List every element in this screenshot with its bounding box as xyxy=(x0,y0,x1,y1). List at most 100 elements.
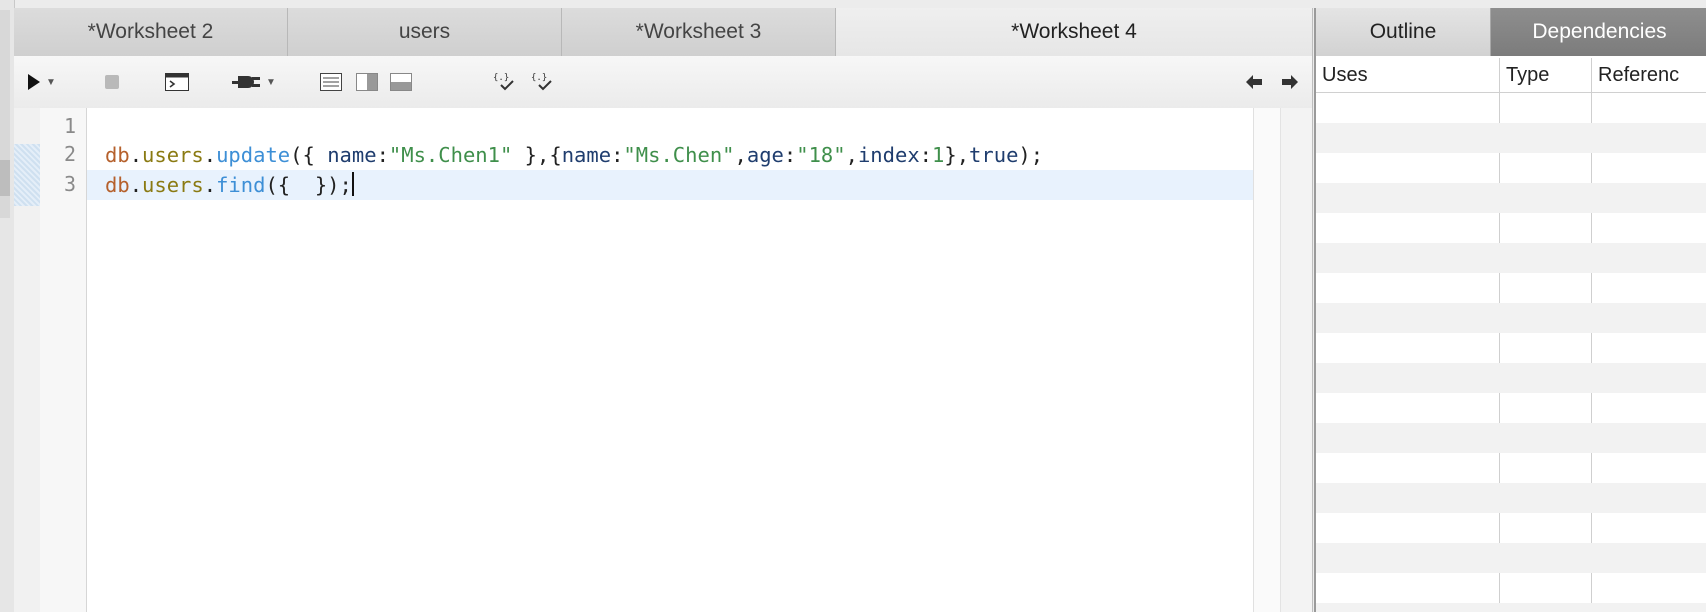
token: : xyxy=(376,143,389,167)
token: users xyxy=(142,143,204,167)
table-row xyxy=(1316,573,1706,603)
left-edge-strip xyxy=(0,0,15,612)
table-row xyxy=(1316,153,1706,183)
token: , xyxy=(734,143,747,167)
token: . xyxy=(203,143,217,167)
token: : xyxy=(611,143,624,167)
column-header-type[interactable]: Type xyxy=(1500,58,1592,92)
column-header-reference[interactable]: Referenc xyxy=(1592,58,1706,92)
svg-text:{.}: {.} xyxy=(493,73,509,83)
chevron-down-icon[interactable]: ▼ xyxy=(266,77,276,88)
token: update xyxy=(216,143,291,167)
table-row xyxy=(1316,363,1706,393)
table-row xyxy=(1316,483,1706,513)
scrollbar-track[interactable] xyxy=(1254,108,1281,612)
layout-list-button[interactable] xyxy=(320,56,342,108)
table-row xyxy=(1316,333,1706,363)
token: : xyxy=(919,143,933,167)
validate-button[interactable]: {.} xyxy=(530,56,560,108)
token: . xyxy=(129,143,143,167)
dependencies-panel: Outline Dependencies Uses Type Referenc xyxy=(1314,8,1706,612)
token: 1 xyxy=(932,143,945,167)
table-row xyxy=(1316,453,1706,483)
format-brackets-icon: {.} xyxy=(493,73,514,91)
table-row xyxy=(1316,273,1706,303)
token: age xyxy=(746,143,784,167)
history-back-button[interactable] xyxy=(1244,56,1264,108)
layout-split-vertical-button[interactable] xyxy=(356,56,378,108)
token: . xyxy=(129,173,143,197)
tab-dependencies[interactable]: Dependencies xyxy=(1491,8,1706,56)
code-line-3[interactable]: db.users.find({ }); xyxy=(105,170,354,200)
tab-outline[interactable]: Outline xyxy=(1316,8,1491,56)
query-editor: *Worksheet 2 users *Worksheet 3 *Workshe… xyxy=(14,8,1313,612)
code-line-2[interactable]: db.users.update({ name:"Ms.Chen1" },{nam… xyxy=(105,140,1043,170)
table-row xyxy=(1316,543,1706,573)
table-row xyxy=(1316,513,1706,543)
token: }, xyxy=(944,143,970,167)
code-editor-area[interactable]: db.users.update({ name:"Ms.Chen1" },{nam… xyxy=(87,108,1253,612)
chevron-down-icon[interactable]: ▼ xyxy=(46,77,56,88)
layout-split-vertical-icon xyxy=(356,73,378,91)
tab-worksheet-4[interactable]: *Worksheet 4 xyxy=(836,8,1312,56)
table-row xyxy=(1316,183,1706,213)
run-button[interactable]: ▼ xyxy=(22,56,62,108)
connection-button[interactable]: ▼ xyxy=(230,56,278,108)
column-header-uses[interactable]: Uses xyxy=(1316,58,1500,92)
token: find xyxy=(216,173,266,197)
dependencies-table-body xyxy=(1316,93,1706,612)
token: ({ xyxy=(290,143,328,167)
change-marker-gutter xyxy=(14,108,41,612)
line-number: 3 xyxy=(63,172,76,196)
layout-list-icon xyxy=(320,73,342,91)
token: index xyxy=(857,143,920,167)
token: "Ms.Chen" xyxy=(623,143,735,167)
left-strip-marker xyxy=(0,160,10,196)
layout-split-horizontal-button[interactable] xyxy=(390,56,412,108)
vertical-scrollbar[interactable] xyxy=(1253,108,1312,612)
token: name xyxy=(327,143,377,167)
table-row xyxy=(1316,93,1706,123)
modified-lines-marker xyxy=(14,144,40,206)
panel-tab-bar: Outline Dependencies xyxy=(1316,8,1706,56)
token: users xyxy=(142,173,204,197)
validate-brackets-icon: {.} xyxy=(531,73,552,91)
table-row xyxy=(1316,303,1706,333)
table-row xyxy=(1316,213,1706,243)
history-forward-button[interactable] xyxy=(1280,56,1300,108)
token: . xyxy=(203,173,217,197)
token: , xyxy=(845,143,858,167)
forward-arrow-icon xyxy=(1282,75,1298,89)
layout-split-horizontal-icon xyxy=(390,73,412,91)
terminal-button[interactable] xyxy=(164,56,190,108)
svg-text:{.}: {.} xyxy=(531,73,547,83)
format-button[interactable]: {.} xyxy=(492,56,522,108)
tab-worksheet-3[interactable]: *Worksheet 3 xyxy=(562,8,836,56)
token: ({ }); xyxy=(265,173,352,197)
table-row xyxy=(1316,123,1706,153)
token: db xyxy=(105,173,130,197)
table-header: Uses Type Referenc xyxy=(1316,58,1706,93)
run-icon xyxy=(28,74,41,90)
back-arrow-icon xyxy=(1246,75,1262,89)
table-row xyxy=(1316,423,1706,453)
terminal-icon xyxy=(165,73,189,91)
token: "Ms.Chen1" xyxy=(388,143,513,167)
line-number: 1 xyxy=(63,114,76,138)
token: "18" xyxy=(796,143,846,167)
table-row xyxy=(1316,603,1706,612)
worksheet-tab-bar: *Worksheet 2 users *Worksheet 3 *Workshe… xyxy=(14,8,1312,57)
connection-plug-icon xyxy=(232,76,261,88)
line-number: 2 xyxy=(63,142,76,166)
line-number-gutter: 1 2 3 xyxy=(40,108,87,612)
token: ); xyxy=(1018,143,1044,167)
table-row xyxy=(1316,393,1706,423)
token: db xyxy=(105,143,130,167)
tab-worksheet-2[interactable]: *Worksheet 2 xyxy=(14,8,288,56)
editor-toolbar: ▼ ▼ {.} {.} xyxy=(14,56,1312,110)
table-row xyxy=(1316,243,1706,273)
token: : xyxy=(783,143,797,167)
stop-icon xyxy=(105,75,119,89)
tab-users[interactable]: users xyxy=(288,8,562,56)
stop-button[interactable] xyxy=(100,56,124,108)
